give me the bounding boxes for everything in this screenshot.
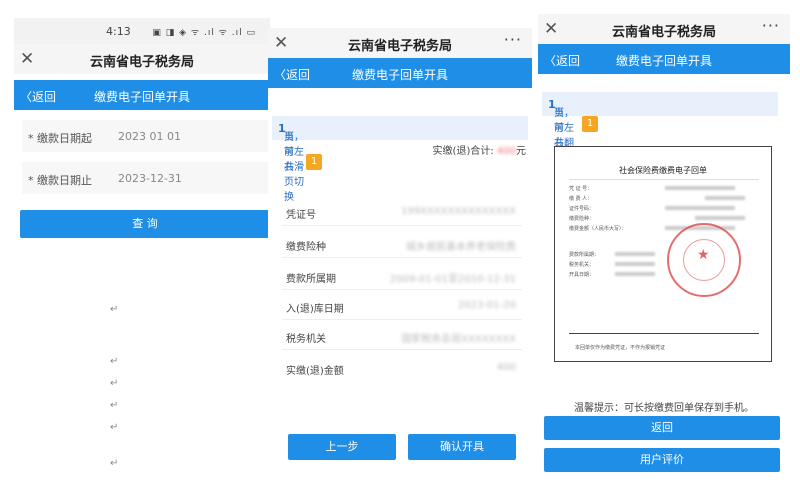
- confirm-issue-button[interactable]: 确认开具: [408, 434, 516, 460]
- page-info: 当前共 1 页，可左右滑页切换: [272, 116, 528, 203]
- user-rating-button[interactable]: 用户评价: [544, 448, 780, 472]
- total-unit: 元: [516, 146, 526, 157]
- return-button[interactable]: 返回: [544, 416, 780, 440]
- prev-step-button[interactable]: 上一步: [288, 434, 396, 460]
- receipt-value: [665, 186, 735, 190]
- info-row: 入(退)库日期 2023-01-20: [282, 290, 522, 320]
- total-label: 实缴(退)合计:: [432, 146, 494, 157]
- receipt-value: [665, 206, 735, 210]
- receipt-label: 证件号码：: [569, 206, 595, 212]
- receipt-label: 税务机关：: [569, 262, 595, 268]
- receipt-label: 缴费金额（人民币大写）：: [569, 226, 627, 232]
- date-end-field[interactable]: * 缴款日期止 2023-12-31: [22, 162, 268, 194]
- row-value: 城乡居民基本养老保险费: [406, 242, 516, 253]
- field-label: * 缴款日期止: [28, 174, 92, 187]
- row-key: 实缴(退)金额: [286, 366, 344, 377]
- info-row: 税务机关 国家税务总局XXXXXXXX: [282, 320, 522, 350]
- info-row: 费款所属期 2009-01-01至2010-12-31: [282, 260, 522, 290]
- return-mark: ↵: [110, 356, 119, 367]
- save-tip: 温馨提示：可长按缴费回单保存到手机。: [574, 403, 754, 414]
- info-row: 凭证号 199XXXXXXXXXXXXXX: [282, 196, 522, 226]
- receipt-label: 凭 证 号：: [569, 186, 593, 192]
- receipt-title: 社会保险费缴费电子回单: [619, 166, 707, 175]
- nav-title: 缴费电子回单开具: [93, 90, 190, 104]
- star-icon: ★: [697, 247, 710, 263]
- row-value: 2023-01-20: [457, 300, 516, 311]
- row-value: 400: [496, 362, 516, 373]
- total-value: 400: [496, 146, 516, 157]
- window-titlebar: ✕ 云南省电子税务局 ···: [538, 14, 790, 44]
- return-mark: ↵: [110, 304, 119, 315]
- row-key: 入(退)库日期: [286, 304, 344, 315]
- info-row: 缴费险种 城乡居民基本养老保险费: [282, 228, 522, 258]
- total-amount: 实缴(退)合计: 400元: [433, 142, 526, 157]
- window-title: 云南省电子税务局: [89, 55, 194, 70]
- nav-title: 缴费电子回单开具: [351, 68, 448, 82]
- row-value: 国家税务总局XXXXXXXX: [401, 334, 516, 345]
- window-titlebar: ✕ 云南省电子税务局: [14, 44, 270, 74]
- receipt-value: [615, 252, 655, 256]
- window-title: 云南省电子税务局: [611, 25, 716, 40]
- date-start-field[interactable]: * 缴款日期起 2023 01 01: [22, 120, 268, 152]
- field-label: * 缴款日期起: [28, 132, 92, 145]
- return-mark: ↵: [110, 400, 119, 411]
- row-value: 199XXXXXXXXXXXXXX: [401, 206, 516, 217]
- row-key: 税务机关: [286, 334, 326, 345]
- official-seal-icon: ★: [667, 223, 741, 297]
- nav-bar: 〈返回 缴费电子回单开具: [268, 58, 532, 88]
- receipt-value: [615, 262, 655, 266]
- row-key: 凭证号: [286, 210, 316, 221]
- info-row: 实缴(退)金额 400: [282, 352, 522, 382]
- window-titlebar: ✕ 云南省电子税务局 ···: [268, 28, 532, 58]
- receipt-label: 开具日期：: [569, 272, 595, 278]
- query-button[interactable]: 查 询: [20, 210, 270, 238]
- divider: [569, 333, 759, 334]
- field-value[interactable]: 2023-12-31: [118, 172, 182, 185]
- field-value[interactable]: 2023 01 01: [118, 130, 181, 143]
- status-icons: ▣ ◨ ◈ ᯤ .ıl ᯤ .ıl ▭: [152, 28, 256, 38]
- nav-bar: 〈返回 缴费电子回单开具: [14, 80, 270, 110]
- divider: [569, 179, 759, 180]
- window-title: 云南省电子税务局: [347, 39, 452, 54]
- row-key: 费款所属期: [286, 274, 336, 285]
- page-suffix: 页，可左右滑页切换: [284, 132, 304, 203]
- receipt-image[interactable]: 社会保险费缴费电子回单 凭 证 号： 缴 费 人： 证件号码： 缴费险种： 缴费…: [554, 146, 772, 362]
- more-icon[interactable]: ···: [762, 16, 780, 35]
- receipt-label: 费款所属期：: [569, 252, 600, 258]
- nav-title: 缴费电子回单开具: [615, 54, 712, 68]
- panel-confirm: ✕ 云南省电子税务局 ··· 〈返回 缴费电子回单开具 当前共 1 页，可左右滑页切…: [268, 28, 532, 492]
- page-badge[interactable]: 1: [306, 154, 322, 170]
- receipt-value: [695, 216, 745, 220]
- page-info: 当前共1页，可左右翻页切换: [542, 92, 778, 179]
- return-mark: ↵: [110, 378, 119, 389]
- panel-receipt: ✕ 云南省电子税务局 ··· 〈返回 缴费电子回单开具 当前共1页，可左右翻页切…: [538, 14, 790, 492]
- receipt-value: [615, 272, 655, 276]
- receipt-label: 缴 费 人：: [569, 196, 593, 202]
- row-value: 2009-01-01至2010-12-31: [389, 274, 516, 285]
- receipt-footer: 本回单仅作为缴费凭证，不作为报销凭证: [575, 345, 666, 351]
- row-key: 缴费险种: [286, 242, 326, 253]
- nav-bar: 〈返回 缴费电子回单开具: [538, 44, 790, 74]
- receipt-value: [705, 196, 745, 200]
- status-time: 4:13: [106, 25, 131, 38]
- page-badge[interactable]: 1: [582, 116, 598, 132]
- return-mark: ↵: [110, 458, 119, 469]
- status-bar: 4:13 ▣ ◨ ◈ ᯤ .ıl ᯤ .ıl ▭: [14, 18, 270, 44]
- return-mark: ↵: [110, 422, 119, 433]
- panel-query: 4:13 ▣ ◨ ◈ ᯤ .ıl ᯤ .ıl ▭ ✕ 云南省电子税务局 〈返回 …: [14, 18, 270, 492]
- more-icon[interactable]: ···: [504, 30, 522, 49]
- receipt-label: 缴费险种：: [569, 216, 595, 222]
